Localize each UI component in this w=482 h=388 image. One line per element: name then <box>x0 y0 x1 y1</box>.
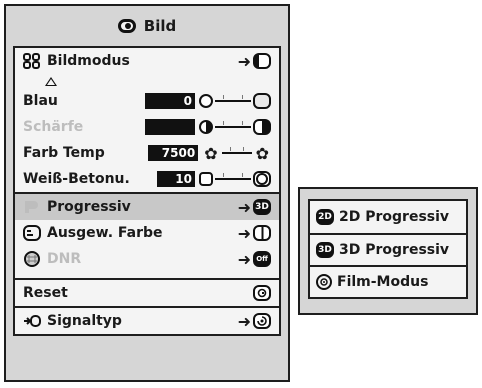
color-temp-slider[interactable]: ✿ ✿ <box>202 144 271 163</box>
slider-max-icon <box>253 119 271 135</box>
menu-item-reset[interactable]: Reset <box>15 280 279 306</box>
slider-min-icon <box>199 172 213 186</box>
submenu-item-2d-progressiv[interactable]: 2D 2D Progressiv <box>310 201 466 233</box>
off-icon: Off <box>253 251 271 267</box>
sharpness-slider <box>199 119 271 135</box>
display-mode-icon <box>253 53 271 69</box>
submenu-item-3d-progressiv[interactable]: 3D 3D Progressiv <box>310 233 466 265</box>
menu-item-label: Signaltyp <box>47 313 122 329</box>
progressive-submenu-panel: 2D 2D Progressiv 3D 3D Progressiv Film-M… <box>298 187 478 315</box>
slider-min-icon <box>199 94 213 108</box>
picture-menu-panel: Bild Bildmodus ➜ Blau 0 Schärfe Farb Tem… <box>4 4 290 382</box>
submenu-list: 2D 2D Progressiv 3D 3D Progressiv Film-M… <box>308 199 468 299</box>
signal-type-icon <box>23 313 41 329</box>
2d-icon: 2D <box>316 209 334 225</box>
menu-item-weiss-betonung[interactable]: Weiß-Betonu. 10 <box>15 166 279 192</box>
menu-title: Bild <box>143 17 177 35</box>
menu-item-label: Schärfe <box>23 119 84 135</box>
menu-item-dnr: DNR ➜ Off <box>15 246 279 272</box>
slider-max-icon <box>253 93 271 109</box>
menu-item-blau[interactable]: Blau 0 <box>15 88 279 114</box>
slider-max-icon <box>253 171 271 187</box>
arrow-right-icon: ➜ <box>237 311 251 331</box>
menu-item-ausgew-farbe[interactable]: Ausgew. Farbe ➜ <box>15 220 279 246</box>
menu-item-bildmodus[interactable]: Bildmodus ➜ <box>15 48 279 74</box>
menu-item-label: Weiß-Betonu. <box>23 171 130 187</box>
arrow-right-icon: ➜ <box>237 249 251 269</box>
picture-icon <box>117 19 136 33</box>
color-select-icon <box>23 225 41 241</box>
submenu-item-label: 2D Progressiv <box>339 209 450 225</box>
menu-list: Bildmodus ➜ Blau 0 Schärfe Farb Temp 750… <box>13 46 281 336</box>
value-box: 0 <box>145 93 195 109</box>
signal-icon <box>253 313 271 329</box>
value-box: 10 <box>157 171 195 187</box>
submenu-item-label: 3D Progressiv <box>339 242 450 258</box>
noise-reduction-icon <box>23 251 41 267</box>
reset-icon <box>253 285 271 301</box>
submenu-item-label: Film-Modus <box>337 274 429 290</box>
menu-item-label: Reset <box>23 285 68 301</box>
menu-title-bar: Bild <box>6 6 288 46</box>
menu-item-label: Blau <box>23 93 58 109</box>
menu-item-progressiv[interactable]: Progressiv ➜ 3D <box>15 194 279 220</box>
film-icon <box>316 274 332 290</box>
arrow-right-icon: ➜ <box>237 223 251 243</box>
3d-mode-icon: 3D <box>253 199 271 215</box>
color-mode-icon <box>253 225 271 241</box>
menu-item-label: DNR <box>47 251 82 267</box>
slider-track <box>221 147 252 154</box>
value-box <box>145 119 195 135</box>
slider-min-icon <box>199 120 213 134</box>
slider-track <box>215 121 251 128</box>
arrow-right-icon: ➜ <box>237 51 251 71</box>
fan-icon: ✿ <box>255 143 269 163</box>
progressive-icon <box>23 199 41 215</box>
slider-track <box>215 173 251 180</box>
picture-mode-icon <box>23 53 41 69</box>
menu-item-label: Ausgew. Farbe <box>47 225 163 241</box>
up-indicator-row <box>15 74 279 88</box>
submenu-item-film-modus[interactable]: Film-Modus <box>310 265 466 297</box>
menu-item-schaerfe: Schärfe <box>15 114 279 140</box>
fan-icon: ✿ <box>204 143 218 163</box>
menu-item-label: Farb Temp <box>23 145 105 161</box>
menu-item-label: Bildmodus <box>47 53 130 69</box>
menu-item-signaltyp[interactable]: Signaltyp ➜ <box>15 308 279 334</box>
white-emphasis-slider[interactable] <box>199 171 271 187</box>
slider-track <box>215 95 251 102</box>
menu-item-label: Progressiv <box>47 199 131 215</box>
blue-slider[interactable] <box>199 93 271 109</box>
value-box: 7500 <box>148 145 199 161</box>
triangle-up-icon <box>45 76 57 86</box>
arrow-right-icon: ➜ <box>237 197 251 217</box>
3d-icon: 3D <box>316 242 334 258</box>
menu-item-farb-temp[interactable]: Farb Temp 7500 ✿ ✿ <box>15 140 279 166</box>
